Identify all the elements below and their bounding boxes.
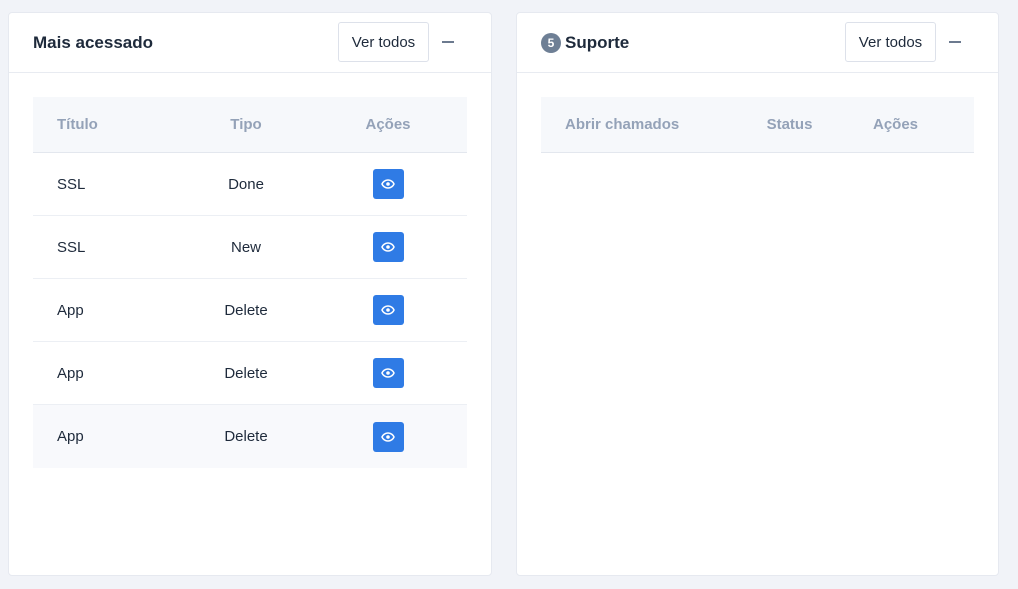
view-all-button[interactable]: Ver todos (845, 22, 936, 62)
table-header: Abrir chamados Status Ações (541, 97, 974, 153)
row-type: Delete (224, 428, 268, 445)
eye-icon (381, 242, 395, 252)
column-header-open-tickets[interactable]: Abrir chamados (541, 116, 726, 133)
row-type: Delete (224, 364, 268, 382)
eye-icon (381, 368, 395, 378)
view-button[interactable] (372, 358, 404, 388)
column-header-actions: Ações (872, 116, 919, 133)
table-row: App Delete (33, 405, 467, 468)
support-header: 5 Suporte Ver todos (517, 13, 998, 73)
collapse-icon[interactable] (936, 22, 974, 62)
most-accessed-header: Mais acessado Ver todos (9, 13, 491, 73)
eye-icon (381, 305, 395, 315)
view-button[interactable] (372, 295, 404, 325)
table-row: App Delete (33, 342, 467, 405)
row-type: Done (228, 175, 264, 193)
row-type: New (230, 238, 261, 256)
view-button[interactable] (372, 421, 404, 452)
ticket-count-badge: 5 (541, 32, 561, 53)
row-title: SSL (57, 238, 86, 256)
support-title: Suporte (565, 32, 630, 52)
support-table: Abrir chamados Status Ações (541, 97, 974, 153)
most-accessed-title: Mais acessado (33, 32, 154, 52)
table-row: SSL New (33, 216, 467, 279)
most-accessed-card: Mais acessado Ver todos Título Tipo Açõe… (8, 12, 492, 576)
table-header: Título Tipo Ações (33, 97, 467, 153)
eye-icon (381, 179, 395, 189)
column-header-status[interactable]: Status (726, 116, 853, 133)
column-header-type[interactable]: Tipo (183, 116, 309, 133)
row-title: SSL (57, 175, 86, 193)
table-row: App Delete (33, 279, 467, 342)
row-title: App (57, 428, 84, 445)
column-header-actions: Ações (365, 116, 411, 133)
row-title: App (57, 364, 84, 382)
view-button[interactable] (372, 169, 404, 199)
view-button[interactable] (372, 232, 404, 262)
collapse-icon[interactable] (429, 22, 467, 62)
row-type: Delete (224, 301, 268, 319)
eye-icon (381, 431, 395, 442)
table-row: SSL Done (33, 153, 467, 216)
column-header-title[interactable]: Título (33, 116, 183, 133)
support-title-wrap: 5 Suporte (541, 32, 630, 53)
view-all-button[interactable]: Ver todos (338, 22, 429, 62)
most-accessed-table: Título Tipo Ações SSL Done SSL New App D… (33, 97, 467, 468)
row-title: App (57, 301, 84, 319)
support-card: 5 Suporte Ver todos Abrir chamados Statu… (516, 12, 999, 576)
